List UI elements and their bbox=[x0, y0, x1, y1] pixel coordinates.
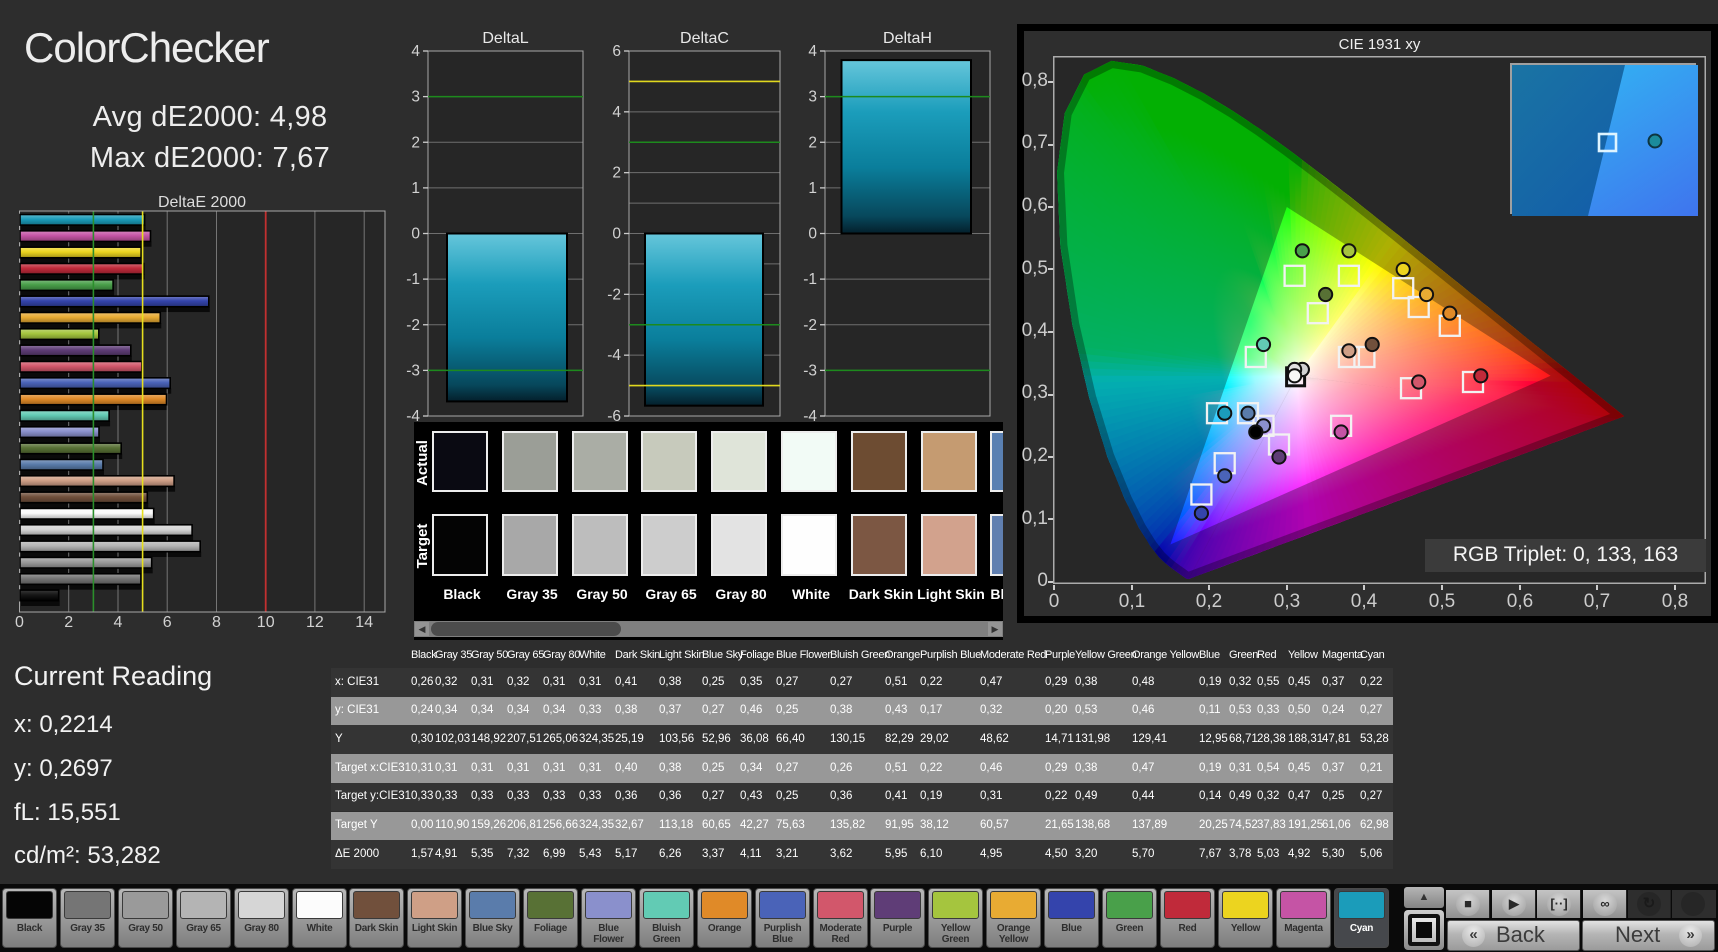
svg-text:-1: -1 bbox=[406, 271, 420, 288]
svg-text:0: 0 bbox=[612, 226, 621, 243]
svg-text:0: 0 bbox=[808, 226, 817, 243]
svg-text:DeltaH: DeltaH bbox=[883, 30, 932, 47]
svg-text:0: 0 bbox=[411, 226, 420, 243]
svg-text:-2: -2 bbox=[803, 317, 817, 334]
svg-text:2: 2 bbox=[411, 134, 420, 151]
svg-text:0: 0 bbox=[15, 614, 24, 631]
svg-text:-3: -3 bbox=[803, 362, 817, 379]
svg-text:DeltaC: DeltaC bbox=[680, 30, 729, 47]
svg-text:-4: -4 bbox=[607, 347, 621, 364]
svg-text:3: 3 bbox=[411, 89, 420, 106]
svg-text:-2: -2 bbox=[406, 317, 420, 334]
svg-text:-3: -3 bbox=[406, 362, 420, 379]
svg-text:12: 12 bbox=[306, 614, 324, 631]
svg-text:3: 3 bbox=[808, 89, 817, 106]
svg-text:10: 10 bbox=[257, 614, 275, 631]
svg-text:4: 4 bbox=[808, 43, 817, 60]
svg-text:2: 2 bbox=[64, 614, 73, 631]
svg-text:14: 14 bbox=[355, 614, 373, 631]
svg-text:-1: -1 bbox=[803, 271, 817, 288]
svg-text:4: 4 bbox=[114, 614, 123, 631]
svg-text:6: 6 bbox=[612, 43, 621, 60]
svg-text:2: 2 bbox=[808, 134, 817, 151]
svg-text:6: 6 bbox=[163, 614, 172, 631]
svg-text:-2: -2 bbox=[607, 286, 621, 303]
svg-text:2: 2 bbox=[612, 165, 621, 182]
svg-text:1: 1 bbox=[808, 180, 817, 197]
svg-text:1: 1 bbox=[411, 180, 420, 197]
svg-text:4: 4 bbox=[411, 43, 420, 60]
svg-text:DeltaL: DeltaL bbox=[482, 30, 528, 47]
svg-text:8: 8 bbox=[212, 614, 221, 631]
svg-text:4: 4 bbox=[612, 104, 621, 121]
